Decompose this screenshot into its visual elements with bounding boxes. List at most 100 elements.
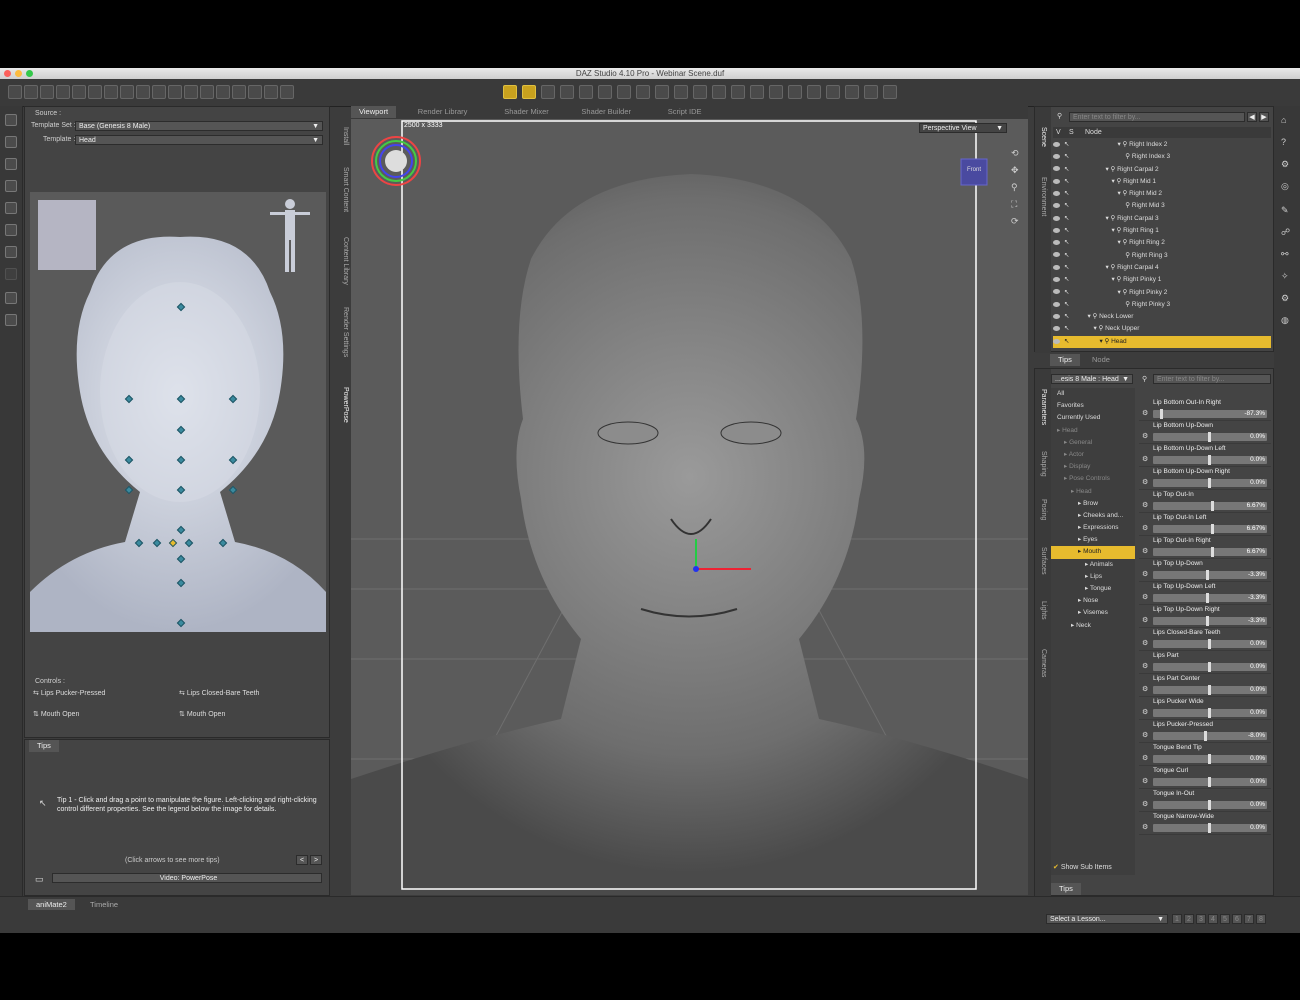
figure-select[interactable]: ...esis 8 Male : Head ▼ [1051, 374, 1133, 384]
target-icon[interactable]: ◎ [1281, 180, 1289, 192]
visibility-eye-icon[interactable] [1053, 178, 1060, 184]
parameter-slider-value[interactable]: 6.67% [1247, 502, 1265, 510]
open-file-icon[interactable] [5, 136, 17, 148]
parameter-category[interactable]: ▸ Expressions [1051, 522, 1135, 534]
toolbar-tool-button[interactable] [864, 85, 878, 99]
toolbar-tool-button[interactable] [72, 85, 86, 99]
scene-node-row[interactable]: ↖ ▾ ⚲ Right Carpal 3 [1053, 213, 1271, 225]
parameters-vertical-tab[interactable]: Shaping [1040, 451, 1047, 477]
scene-prev-button[interactable]: ◀ [1247, 112, 1257, 122]
settings-icon[interactable]: ⚙ [1281, 158, 1289, 170]
visibility-eye-icon[interactable] [1053, 203, 1060, 209]
visibility-eye-icon[interactable] [1053, 277, 1060, 283]
toolbar-tool-button[interactable] [883, 85, 897, 99]
lesson-page-button[interactable]: 3 [1196, 914, 1206, 924]
toolbar-tool-button[interactable] [636, 85, 650, 99]
parameter-slider-value[interactable]: -3.3% [1248, 571, 1265, 579]
visibility-eye-icon[interactable] [1053, 240, 1060, 246]
parameter-category[interactable]: ▸ General [1051, 437, 1135, 449]
parameter-category[interactable]: All [1051, 388, 1135, 400]
vertical-tab[interactable]: Smart Content [342, 167, 349, 212]
select-icon[interactable]: ↖ [1064, 190, 1069, 197]
template-select[interactable]: Head ▼ [75, 135, 323, 145]
toolbar-tool-button[interactable] [56, 85, 70, 99]
visibility-eye-icon[interactable] [1053, 154, 1060, 160]
video-powerpose-button[interactable]: Video: PowerPose [52, 873, 322, 883]
parameter-slider[interactable]: Lip Top Up-Down Right -3.3% ⚙ [1139, 605, 1271, 628]
select-icon[interactable]: ↖ [1064, 289, 1069, 296]
tab-tips[interactable]: Tips [29, 740, 59, 752]
gear-icon[interactable]: ⚙ [1142, 547, 1148, 555]
export-icon[interactable] [5, 224, 17, 236]
toolbar-tool-button[interactable] [104, 85, 118, 99]
visibility-eye-icon[interactable] [1053, 215, 1060, 221]
gear-icon[interactable]: ⚙ [1142, 662, 1148, 670]
mesh-icon[interactable]: ⚙ [1281, 292, 1289, 304]
visibility-eye-icon[interactable] [1053, 264, 1060, 270]
slider-thumb[interactable] [1159, 409, 1163, 419]
scene-node-row[interactable]: ↖ ▾ ⚲ Head [1053, 335, 1271, 349]
parameter-slider[interactable]: Lip Top Up-Down -3.3% ⚙ [1139, 559, 1271, 582]
slider-thumb[interactable] [1203, 731, 1207, 741]
import-icon[interactable] [5, 202, 17, 214]
control-item[interactable]: ⇆ Lips Pucker-Pressed [33, 689, 105, 697]
select-icon[interactable]: ↖ [1064, 227, 1069, 234]
vertical-tab[interactable]: Install [342, 127, 349, 145]
toolbar-tool-button[interactable] [88, 85, 102, 99]
joint-icon[interactable]: ⚯ [1281, 248, 1289, 260]
scene-vertical-tab[interactable]: Scene [1040, 127, 1047, 147]
parameter-slider[interactable]: Lip Bottom Up-Down Right 0.0% ⚙ [1139, 467, 1271, 490]
parameter-slider-value[interactable]: 0.0% [1250, 824, 1265, 832]
slider-thumb[interactable] [1208, 639, 1211, 649]
lesson-page-button[interactable]: 7 [1244, 914, 1254, 924]
parameter-category[interactable]: ▸ Mouth [1051, 546, 1135, 559]
parameter-slider-value[interactable]: 0.0% [1250, 433, 1265, 441]
bottom-tab[interactable]: Timeline [82, 899, 126, 910]
select-icon[interactable]: ↖ [1064, 215, 1069, 222]
lesson-page-button[interactable]: 2 [1184, 914, 1194, 924]
toolbar-tool-button[interactable] [788, 85, 802, 99]
scene-node-row[interactable]: ↖ ▾ ⚲ Right Ring 1 [1053, 225, 1271, 237]
lesson-page-button[interactable]: 4 [1208, 914, 1218, 924]
parameters-filter-input[interactable]: Enter text to filter by... [1153, 374, 1271, 384]
parameter-category[interactable]: ▸ Eyes [1051, 534, 1135, 546]
figure-tool-icon[interactable] [5, 314, 17, 326]
parameter-slider-value[interactable]: 0.0% [1250, 663, 1265, 671]
template-set-select[interactable]: Base (Genesis 8 Male) ▼ [75, 121, 323, 131]
zoom-window-button[interactable] [26, 70, 33, 77]
visibility-eye-icon[interactable] [1053, 190, 1060, 196]
parameter-slider[interactable]: Lips Pucker Wide 0.0% ⚙ [1139, 697, 1271, 720]
parameter-category[interactable]: Favorites [1051, 400, 1135, 412]
parameter-slider[interactable]: Lips Part 0.0% ⚙ [1139, 651, 1271, 674]
parameter-slider-value[interactable]: -3.3% [1248, 594, 1265, 602]
toolbar-tool-button[interactable] [216, 85, 230, 99]
toolbar-tool-button[interactable] [845, 85, 859, 99]
select-icon[interactable]: ↖ [1064, 301, 1069, 308]
gear-icon[interactable]: ⚙ [1142, 524, 1148, 532]
select-icon[interactable]: ↖ [1064, 313, 1069, 320]
gear-icon[interactable]: ⚙ [1142, 616, 1148, 624]
gear-icon[interactable]: ⚙ [1142, 823, 1148, 831]
parameter-slider[interactable]: Lip Top Out-In Right 6.67% ⚙ [1139, 536, 1271, 559]
gear-icon[interactable]: ⚙ [1142, 731, 1148, 739]
parameters-vertical-tab[interactable]: Cameras [1040, 649, 1047, 677]
toolbar-tool-button[interactable] [136, 85, 150, 99]
lesson-page-button[interactable]: 1 [1172, 914, 1182, 924]
parameter-category[interactable]: ▸ Neck [1051, 620, 1135, 632]
undo-icon[interactable] [5, 246, 17, 258]
toolbar-tool-button[interactable] [120, 85, 134, 99]
toolbar-tool-button[interactable] [503, 85, 517, 99]
home-icon[interactable]: ⌂ [1281, 114, 1286, 126]
visibility-eye-icon[interactable] [1053, 326, 1060, 332]
select-icon[interactable]: ↖ [1064, 325, 1069, 332]
zoom-icon[interactable]: ⚲ [1011, 181, 1018, 193]
select-icon[interactable]: ↖ [1064, 141, 1069, 148]
scene-node-row[interactable]: ↖ ⚲ Right Ring 3 [1053, 250, 1271, 262]
prev-tip-button[interactable]: < [296, 855, 308, 865]
morph-icon[interactable]: ✧ [1281, 270, 1289, 282]
select-icon[interactable]: ↖ [1064, 264, 1069, 271]
toolbar-tool-button[interactable] [280, 85, 294, 99]
parameter-slider[interactable]: Lip Bottom Up-Down Left 0.0% ⚙ [1139, 444, 1271, 467]
toolbar-tool-button[interactable] [655, 85, 669, 99]
parameter-slider[interactable]: Lip Top Out-In 6.67% ⚙ [1139, 490, 1271, 513]
